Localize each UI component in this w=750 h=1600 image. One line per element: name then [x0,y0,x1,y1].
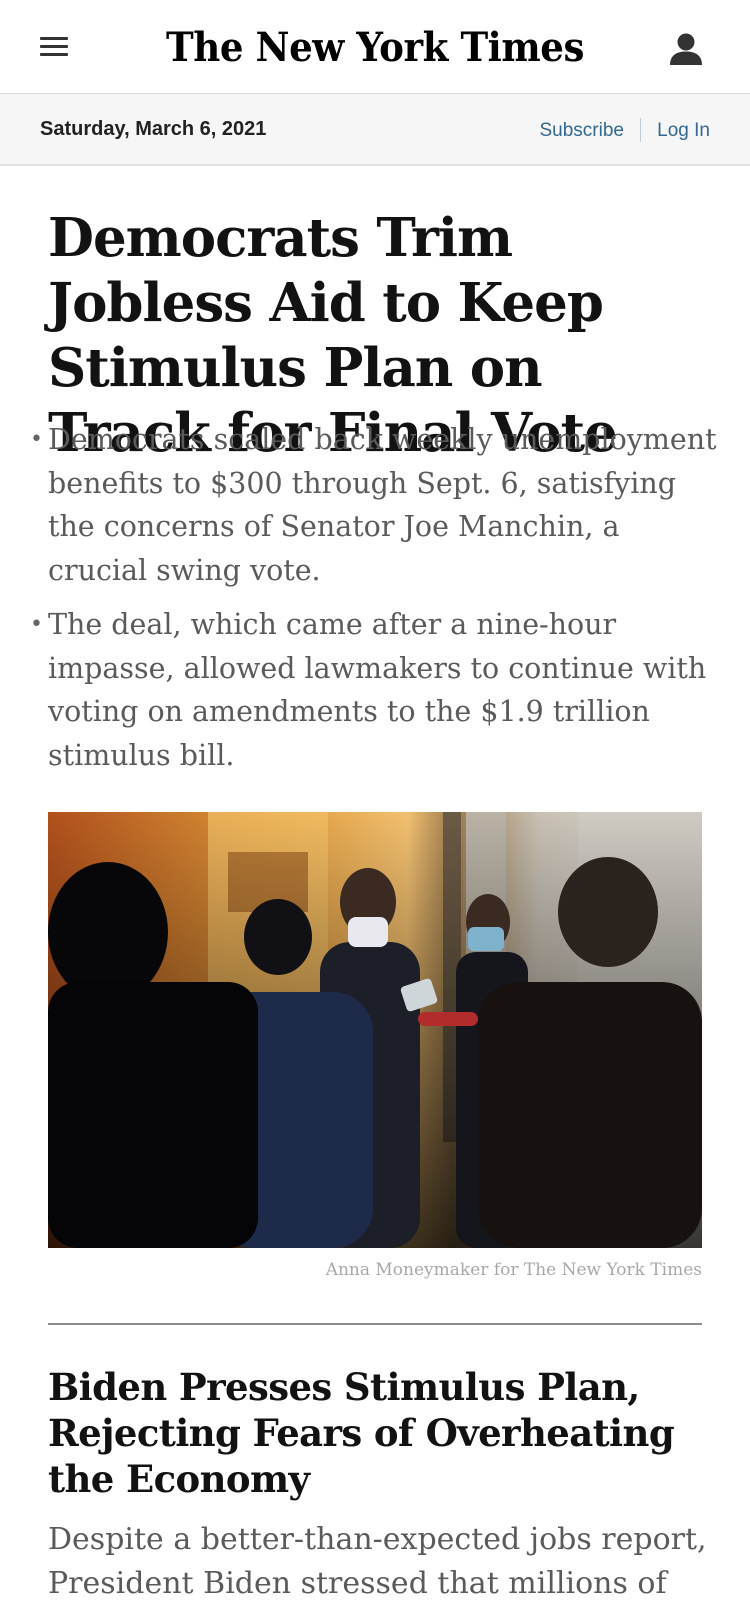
user-account-icon[interactable] [666,28,706,68]
bullet-icon: • [30,612,43,637]
second-headline[interactable]: Biden Presses Stimulus Plan, Rejecting F… [48,1364,708,1502]
user-icon [670,33,702,65]
summary-item: • Democrats scaled back weekly unemploym… [30,418,720,592]
date-bar: Saturday, March 6, 2021 Subscribe Log In [0,94,750,166]
bullet-icon: • [30,427,43,452]
summary-text: Democrats scaled back weekly unemploymen… [48,423,717,587]
current-date: Saturday, March 6, 2021 [40,118,267,140]
top-bar: The New York Times [0,0,750,94]
subscribe-link[interactable]: Subscribe [540,120,625,142]
second-summary: Despite a better-than-expected jobs repo… [48,1522,707,1600]
lead-summary-list: • Democrats scaled back weekly unemploym… [30,418,720,788]
summary-item: • The deal, which came after a nine-hour… [30,603,720,777]
photo-illustration [48,812,702,1248]
nyt-logo[interactable]: The New York Times [26,20,724,76]
section-divider [48,1323,702,1325]
link-divider [640,118,641,142]
photo-credit: Anna Moneymaker for The New York Times [325,1260,702,1280]
lead-photo[interactable] [48,812,702,1248]
login-link[interactable]: Log In [657,120,710,142]
summary-text: The deal, which came after a nine-hour i… [48,608,707,772]
